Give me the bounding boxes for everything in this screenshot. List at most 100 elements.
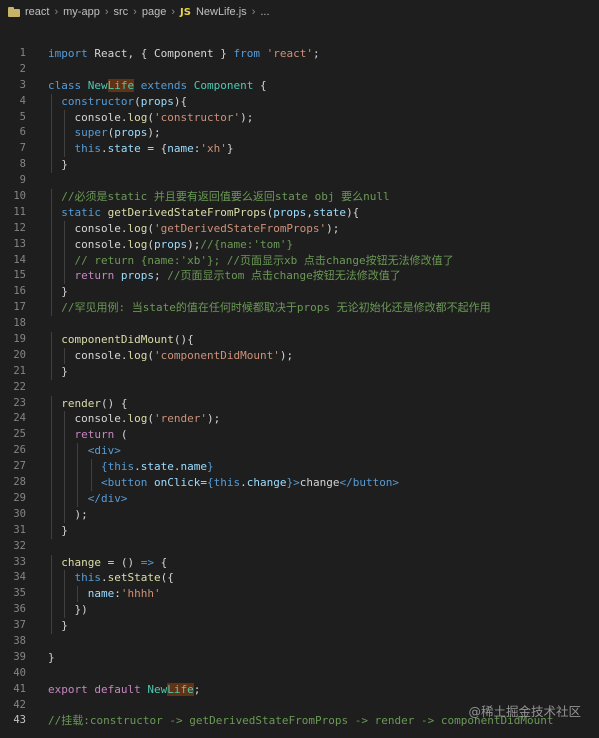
code-token: name [167, 142, 194, 156]
code-line[interactable]: 20 console.log('componentDidMount'); [0, 347, 599, 364]
code-text: console.log('constructor'); [48, 110, 253, 126]
code-token: ); [147, 126, 161, 140]
code-token: ( [147, 221, 154, 235]
code-line[interactable]: 25 return ( [0, 427, 599, 444]
chevron-right-icon: › [133, 6, 137, 18]
code-line[interactable]: 18 [0, 316, 599, 332]
code-token: = [200, 476, 207, 490]
code-line[interactable]: 41 export default NewLife; [0, 682, 599, 698]
line-number: 16 [13, 285, 26, 298]
code-line[interactable]: 39} [0, 650, 599, 666]
watermark: @稀土掘金技术社区 [468, 704, 581, 719]
line-number: 7 [19, 142, 26, 155]
code-token: { [48, 460, 108, 474]
line-number: 38 [13, 634, 26, 647]
code-line[interactable]: 22 [0, 380, 599, 396]
code-line[interactable]: 28 <button onClick={this.change}>change<… [0, 475, 599, 491]
code-token: state [140, 460, 174, 474]
code-line[interactable]: 33 change = () => { [0, 554, 599, 571]
code-token: ( [147, 348, 154, 362]
line-number: 39 [13, 650, 26, 663]
code-line[interactable]: 13 console.log(props);//{name:'tom'} [0, 236, 599, 253]
code-token: { [206, 476, 214, 490]
code-token: . [134, 460, 141, 474]
breadcrumb-item-react[interactable]: react [25, 6, 49, 18]
code-text: name:'hhhh' [48, 586, 161, 602]
code-token: ){ [173, 94, 188, 108]
code-line[interactable]: 36 }) [0, 602, 599, 619]
code-token: log [127, 221, 148, 235]
breadcrumb-more[interactable]: ... [260, 6, 269, 18]
breadcrumb-item-page[interactable]: page [142, 6, 166, 18]
code-line[interactable]: 8 } [0, 157, 599, 174]
code-line[interactable]: 30 ); [0, 506, 599, 523]
code-line[interactable]: 37 } [0, 618, 599, 634]
code-token: ); [326, 221, 340, 235]
line-number: 30 [13, 507, 26, 520]
code-token: // return {name:'xb'}; //页面显示xb 点击change… [48, 253, 454, 267]
code-line[interactable]: 40 [0, 666, 599, 682]
code-line[interactable]: 17 //罕见用例: 当state的值在任何时候都取决于props 无论初始化还… [0, 300, 599, 317]
code-line[interactable]: 23 render() { [0, 395, 599, 412]
code-token: } [48, 364, 68, 378]
code-token: componentDidMount [48, 333, 174, 347]
code-line[interactable]: 15 return props; //页面显示tom 点击change按钮无法修… [0, 268, 599, 285]
code-token: ( [120, 428, 128, 442]
code-line[interactable]: 2 [0, 62, 599, 78]
code-text: } [48, 157, 68, 173]
code-token: Life [107, 78, 135, 92]
breadcrumb-item-file[interactable]: NewLife.js [196, 6, 247, 18]
breadcrumb-item-src[interactable]: src [114, 6, 129, 18]
code-text: static getDerivedStateFromProps(props,st… [48, 205, 359, 221]
code-token: . [100, 142, 108, 156]
code-token: ); [206, 412, 221, 426]
code-token: export [48, 682, 95, 696]
breadcrumb-item-my-app[interactable]: my-app [63, 6, 100, 18]
line-number: 29 [13, 491, 26, 504]
code-line[interactable]: 16 } [0, 284, 599, 301]
code-line[interactable]: 1 import React, { Component } from 'react… [0, 46, 599, 62]
code-line[interactable]: 12 console.log('getDerivedStateFromProps… [0, 220, 599, 237]
js-file-icon: JS [180, 6, 191, 18]
line-number: 25 [13, 428, 26, 441]
code-line[interactable]: 29 </div> [0, 490, 599, 507]
code-line[interactable]: 24 console.log('render'); [0, 411, 599, 428]
code-text: super(props); [48, 125, 161, 141]
code-line[interactable]: 14 // return {name:'xb'}; //页面显示xb 点击cha… [0, 252, 599, 269]
code-line[interactable]: 35 name:'hhhh' [0, 586, 599, 603]
code-line[interactable]: 9 [0, 173, 599, 189]
code-line[interactable]: 26 <div> [0, 443, 599, 460]
code-text: console.log('render'); [48, 411, 220, 427]
code-token: } [48, 523, 68, 537]
code-line[interactable]: 31 } [0, 522, 599, 539]
code-text: } [48, 364, 68, 380]
line-number: 34 [13, 571, 26, 584]
line-number: 11 [13, 205, 26, 218]
code-line[interactable]: 19 componentDidMount(){ [0, 332, 599, 348]
code-line[interactable]: 10 //必须是static 并且要有返回值要么返回state obj 要么nu… [0, 189, 599, 205]
code-line[interactable]: 6 super(props); [0, 125, 599, 142]
code-token: } [48, 285, 68, 299]
code-token: log [127, 237, 148, 251]
code-text: constructor(props){ [48, 94, 187, 110]
line-number: 41 [13, 682, 26, 695]
chevron-right-icon: › [171, 6, 175, 18]
code-line[interactable]: 4 constructor(props){ [0, 93, 599, 110]
code-token: ); [279, 348, 294, 362]
code-line[interactable]: 5 console.log('constructor'); [0, 109, 599, 126]
code-token: } [48, 158, 68, 172]
code-line[interactable]: 32 [0, 539, 599, 555]
code-token: . [100, 571, 108, 585]
code-line[interactable]: 27 {this.state.name} [0, 459, 599, 476]
code-line[interactable]: 3 class NewLife extends Component { [0, 78, 599, 94]
code-token: props [114, 126, 148, 140]
code-line[interactable]: 38 [0, 634, 599, 650]
code-line[interactable]: 7 this.state = {name:'xh'} [0, 141, 599, 158]
chevron-right-icon: › [251, 6, 256, 18]
code-token: } [48, 650, 55, 664]
code-editor[interactable]: 1 import React, { Component } from 'react… [0, 46, 599, 729]
code-line[interactable]: 11 static getDerivedStateFromProps(props… [0, 204, 599, 221]
code-line[interactable]: 21 } [0, 363, 599, 380]
line-number: 8 [19, 158, 26, 171]
code-line[interactable]: 34 this.setState({ [0, 570, 599, 587]
